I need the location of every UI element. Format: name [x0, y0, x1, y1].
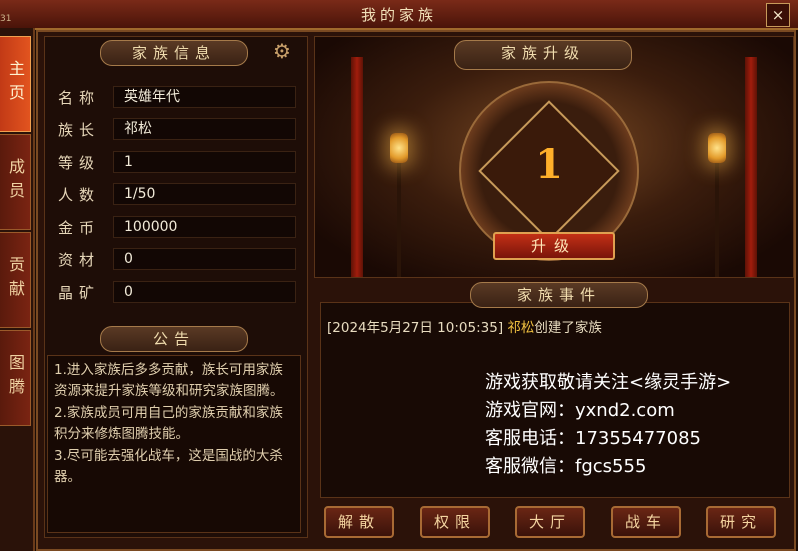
info-value: 祁松 [113, 118, 296, 140]
event-time: [2024年5月27日 10:05:35] [327, 320, 504, 336]
lamp-post-right [715, 157, 719, 277]
lantern-icon [390, 133, 408, 163]
info-label: 等级 [58, 154, 101, 172]
tab-totem[interactable]: 图腾 [0, 330, 31, 426]
info-value: 英雄年代 [113, 86, 296, 108]
info-value: 0 [113, 248, 296, 270]
gear-icon[interactable]: ⚙ [271, 40, 293, 62]
family-info-heading: 家族信息 [100, 40, 248, 66]
pillar-left [351, 57, 363, 277]
hall-button[interactable]: 大厅 [515, 506, 585, 538]
info-label: 资材 [58, 251, 101, 269]
lantern-icon [708, 133, 726, 163]
upgrade-button[interactable]: 升级 [493, 232, 615, 260]
promo-overlay: 游戏获取敬请关注<缘灵手游> 游戏官网：yxnd2.com 客服电话：17355… [485, 369, 731, 481]
notice-line: 2.家族成员可用自己的家族贡献和家族积分来修炼图腾技能。 [54, 405, 283, 442]
promo-line: 客服微信：fgcs555 [485, 456, 647, 477]
upgrade-heading: 家族升级 [454, 40, 632, 70]
events-heading: 家族事件 [470, 282, 648, 308]
notice-box: 1.进入家族后多多贡献，族长可用家族资源来提升家族等级和研究家族图腾。 2.家族… [47, 355, 301, 533]
notice-heading: 公告 [100, 326, 248, 352]
permissions-button[interactable]: 权限 [420, 506, 490, 538]
info-row-materials: 资材 0 [58, 248, 296, 270]
info-label: 名称 [58, 89, 101, 107]
notice-line: 3.尽可能去强化战车，这是国战的大杀器。 [54, 448, 283, 485]
info-row-members: 人数 1/50 [58, 183, 296, 205]
family-level-number: 1 [535, 141, 563, 188]
info-row-leader: 族长 祁松 [58, 118, 296, 140]
lamp-post-left [397, 157, 401, 277]
tab-members[interactable]: 成员 [0, 134, 31, 230]
close-button[interactable]: × [766, 3, 790, 27]
info-value: 1/50 [113, 183, 296, 205]
info-row-gold: 金币 100000 [58, 216, 296, 238]
info-label: 族长 [58, 121, 101, 139]
info-value: 1 [113, 151, 296, 173]
window-title: 我的家族 [360, 6, 437, 24]
tab-contribution[interactable]: 贡献 [0, 232, 31, 328]
pillar-right [745, 57, 757, 277]
info-row-level: 等级 1 [58, 151, 296, 173]
sidebar: 主页 成员 贡献 图腾 [0, 28, 35, 551]
info-row-crystal: 晶矿 0 [58, 281, 296, 303]
notice-line: 1.进入家族后多多贡献，族长可用家族资源来提升家族等级和研究家族图腾。 [54, 362, 284, 399]
tab-home[interactable]: 主页 [0, 36, 31, 132]
promo-line: 游戏获取敬请关注<缘灵手游> [485, 372, 732, 393]
event-entry: [2024年5月27日 10:05:35] 祁松创建了家族 [327, 316, 602, 336]
promo-line: 客服电话：17355477085 [485, 428, 701, 449]
event-text: 创建了家族 [534, 320, 602, 336]
info-label: 晶矿 [58, 284, 101, 302]
disband-button[interactable]: 解散 [324, 506, 394, 538]
research-button[interactable]: 研究 [706, 506, 776, 538]
chariot-button[interactable]: 战车 [611, 506, 681, 538]
info-label: 金币 [58, 219, 101, 237]
info-value: 100000 [113, 216, 296, 238]
promo-line: 游戏官网：yxnd2.com [485, 400, 675, 421]
info-row-name: 名称 英雄年代 [58, 86, 296, 108]
info-label: 人数 [58, 186, 101, 204]
info-value: 0 [113, 281, 296, 303]
event-actor: 祁松 [507, 320, 535, 336]
